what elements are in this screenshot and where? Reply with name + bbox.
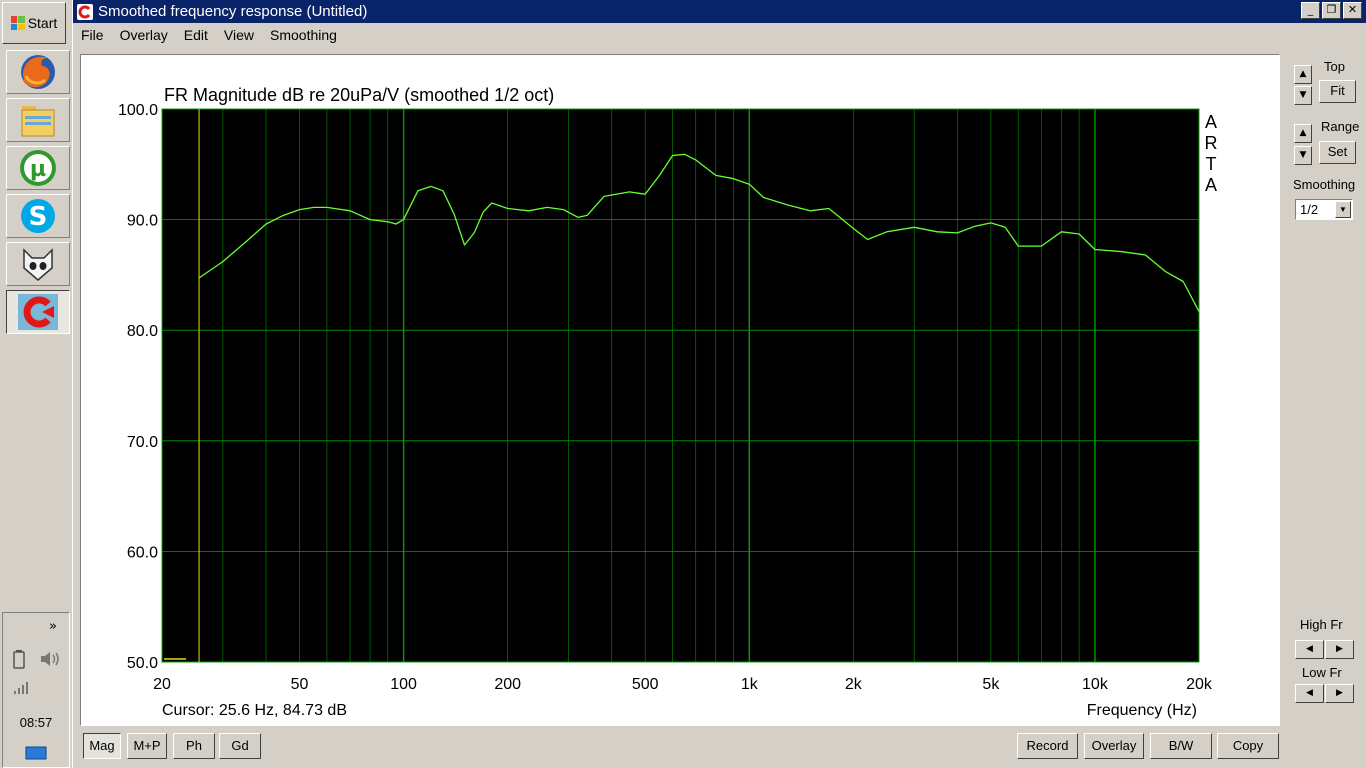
x-tick-label: 10k [1082, 676, 1109, 693]
smoothing-label: Smoothing [1293, 177, 1356, 192]
menu-file[interactable]: File [73, 27, 112, 43]
copy-button[interactable]: Copy [1217, 733, 1279, 759]
arta-watermark-letter: A [1205, 175, 1217, 195]
x-tick-label: 200 [494, 676, 521, 693]
set-button[interactable]: Set [1319, 141, 1356, 164]
foobar-icon [23, 248, 53, 281]
y-tick-label: 60.0 [127, 544, 158, 561]
title-bar[interactable]: Smoothed frequency response (Untitled) _… [73, 0, 1366, 23]
overlay-button[interactable]: Overlay [1084, 733, 1144, 759]
x-tick-label: 1k [741, 676, 759, 693]
range-up-button[interactable]: ▲ [1294, 124, 1312, 143]
tray-expand-icon[interactable]: » [49, 619, 57, 634]
high-fr-left-button[interactable]: ◀ [1295, 640, 1324, 659]
arta-icon[interactable] [77, 3, 93, 20]
y-tick-label: 90.0 [127, 213, 158, 230]
arta-window: Smoothed frequency response (Untitled) _… [73, 0, 1366, 768]
network-icon[interactable] [13, 681, 31, 695]
arta-icon [18, 294, 58, 330]
svg-text:S: S [29, 202, 48, 232]
high-fr-right-button[interactable]: ▶ [1325, 640, 1354, 659]
battery-icon[interactable] [13, 649, 27, 669]
cursor-readout: Cursor: 25.6 Hz, 84.73 dB [162, 702, 347, 719]
x-tick-label: 2k [845, 676, 863, 693]
menu-smoothing[interactable]: Smoothing [262, 27, 345, 43]
smoothing-select[interactable]: 1/2 ▼ [1295, 199, 1353, 220]
start-label: Start [27, 15, 58, 31]
low-fr-right-button[interactable]: ▶ [1325, 684, 1354, 703]
taskbar-app-explorer[interactable] [6, 98, 70, 142]
show-desktop-icon[interactable] [25, 745, 47, 761]
y-tick-label: 100.0 [118, 102, 158, 119]
x-tick-label: 20 [153, 676, 171, 693]
system-tray: » 08:57 [2, 612, 70, 768]
svg-text:µ: µ [30, 157, 46, 182]
volume-icon[interactable] [39, 649, 63, 669]
frequency-response-chart[interactable]: FR Magnitude dB re 20uPa/V (smoothed 1/2… [81, 55, 1279, 725]
record-button[interactable]: Record [1017, 733, 1078, 759]
clock[interactable]: 08:57 [3, 715, 69, 730]
folder-icon [21, 106, 55, 137]
x-axis-label: Frequency (Hz) [1087, 702, 1197, 719]
low-fr-left-button[interactable]: ◀ [1295, 684, 1324, 703]
skype-icon: S [21, 199, 55, 233]
firefox-icon [21, 55, 55, 89]
y-tick-label: 50.0 [127, 655, 158, 672]
taskbar: Start µ S » 08:57 [0, 0, 74, 768]
windows-logo-icon [10, 16, 25, 30]
smoothing-value: 1/2 [1300, 202, 1319, 217]
x-tick-label: 100 [390, 676, 417, 693]
gd-button[interactable]: Gd [219, 733, 261, 759]
ph-button[interactable]: Ph [173, 733, 215, 759]
low-fr-label: Low Fr [1302, 665, 1342, 680]
taskbar-app-firefox[interactable] [6, 50, 70, 94]
menu-view[interactable]: View [216, 27, 262, 43]
range-down-button[interactable]: ▼ [1294, 146, 1312, 165]
taskbar-app-skype[interactable]: S [6, 194, 70, 238]
start-button[interactable]: Start [2, 2, 66, 44]
menu-overlay[interactable]: Overlay [112, 27, 176, 43]
taskbar-app-foobar[interactable] [6, 242, 70, 286]
top-up-button[interactable]: ▲ [1294, 65, 1312, 84]
arta-watermark-letter: A [1205, 112, 1217, 132]
minimize-button[interactable]: _ [1301, 2, 1320, 19]
menu-edit[interactable]: Edit [176, 27, 216, 43]
mag-button[interactable]: Mag [83, 733, 121, 759]
arta-watermark-letter: T [1206, 154, 1217, 174]
range-label: Range [1321, 119, 1360, 134]
chevron-down-icon[interactable]: ▼ [1335, 201, 1351, 218]
x-tick-label: 500 [632, 676, 659, 693]
chart-title: FR Magnitude dB re 20uPa/V (smoothed 1/2… [164, 85, 554, 105]
taskbar-app-arta[interactable] [6, 290, 70, 334]
restore-button[interactable]: ❐ [1322, 2, 1341, 19]
plot-area[interactable] [162, 109, 1199, 662]
x-tick-label: 20k [1186, 676, 1213, 693]
close-button[interactable]: ✕ [1343, 2, 1362, 19]
taskbar-app-utorrent[interactable]: µ [6, 146, 70, 190]
menu-bar: File Overlay Edit View Smoothing [73, 23, 1366, 47]
top-down-button[interactable]: ▼ [1294, 86, 1312, 105]
x-tick-label: 5k [982, 676, 1000, 693]
bw-button[interactable]: B/W [1150, 733, 1212, 759]
y-tick-label: 80.0 [127, 323, 158, 340]
top-label: Top [1324, 59, 1345, 74]
mp-button[interactable]: M+P [127, 733, 167, 759]
plot-panel[interactable]: FR Magnitude dB re 20uPa/V (smoothed 1/2… [80, 54, 1280, 726]
window-title: Smoothed frequency response (Untitled) [98, 3, 368, 20]
x-tick-label: 50 [291, 676, 309, 693]
utorrent-icon: µ [20, 150, 56, 186]
arta-watermark-letter: R [1205, 133, 1218, 153]
high-fr-label: High Fr [1300, 617, 1343, 632]
y-tick-label: 70.0 [127, 434, 158, 451]
fit-button[interactable]: Fit [1319, 80, 1356, 103]
